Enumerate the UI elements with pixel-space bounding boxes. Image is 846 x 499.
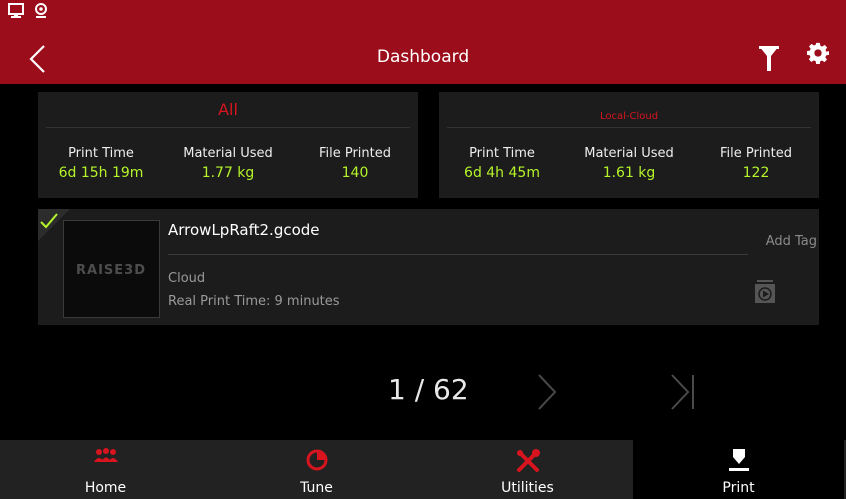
stat-label: Material Used [183, 146, 273, 161]
stat-value: 1.61 kg [602, 165, 656, 181]
tab-print[interactable]: Print [633, 440, 844, 499]
stat-label: File Printed [719, 146, 793, 161]
tab-label: Utilities [501, 480, 554, 496]
tools-icon [516, 449, 540, 472]
monitor-icon [8, 3, 24, 18]
tab-label: Home [84, 480, 127, 496]
gear-icon[interactable] [807, 42, 829, 64]
tab-label: Tune [300, 480, 333, 496]
tab-utilities[interactable]: Utilities [422, 440, 633, 499]
stat-label: Material Used [584, 146, 674, 161]
file-thumbnail: RAISE3D [63, 220, 160, 318]
bottom-tab-bar: Home Tune Utilities Print [0, 440, 846, 499]
stat-file-printed: File Printed 140 [292, 146, 418, 181]
status-bar [0, 0, 846, 34]
page-title: Dashboard [376, 47, 470, 67]
stats-card-local-cloud: Local-Cloud Print Time 6d 4h 45m Materia… [439, 92, 819, 198]
stats-card-title: Local-Cloud [599, 111, 659, 122]
divider [447, 127, 811, 128]
divider [46, 127, 410, 128]
divider [168, 254, 748, 255]
tab-home[interactable]: Home [0, 440, 211, 499]
stat-value: 6d 15h 19m [58, 165, 144, 181]
stats-card-all: All Print Time 6d 15h 19m Material Used … [38, 92, 418, 198]
stat-value: 122 [742, 165, 770, 181]
stat-value: 6d 4h 45m [464, 165, 540, 181]
print-icon [728, 449, 749, 471]
checkmark-icon[interactable] [38, 209, 70, 241]
stat-material-used: Material Used 1.61 kg [566, 146, 692, 181]
stat-label: File Printed [318, 146, 392, 161]
stats-card-title: All [218, 100, 238, 119]
stat-print-time: Print Time 6d 4h 45m [439, 146, 565, 181]
stat-file-printed: File Printed 122 [693, 146, 819, 181]
real-print-time: Real Print Time: 9 minutes [168, 294, 340, 309]
stat-material-used: Material Used 1.77 kg [165, 146, 291, 181]
next-page-icon[interactable] [537, 373, 557, 411]
file-list-item[interactable]: RAISE3D ArrowLpRaft2.gcode Cloud Real Pr… [38, 209, 819, 325]
stat-value: 1.77 kg [201, 165, 255, 181]
title-bar: Dashboard [0, 34, 846, 84]
tab-label: Print [722, 480, 755, 496]
file-name: ArrowLpRaft2.gcode [168, 221, 320, 239]
webcam-icon [35, 3, 47, 18]
tab-tune[interactable]: Tune [211, 440, 422, 499]
filter-icon[interactable] [758, 43, 780, 73]
pie-chart-icon [306, 449, 327, 471]
file-source: Cloud [168, 271, 206, 286]
raise3d-logo: RAISE3D [76, 263, 146, 278]
add-tag-button[interactable]: Add Tag [766, 234, 817, 249]
pagination-indicator: 1 / 62 [388, 373, 469, 406]
stat-value: 140 [341, 165, 369, 181]
users-icon [93, 448, 118, 462]
stat-print-time: Print Time 6d 15h 19m [38, 146, 164, 181]
stat-label: Print Time [68, 146, 134, 161]
video-playback-icon[interactable] [754, 279, 776, 305]
stat-label: Print Time [469, 146, 535, 161]
last-page-icon[interactable] [670, 373, 696, 411]
